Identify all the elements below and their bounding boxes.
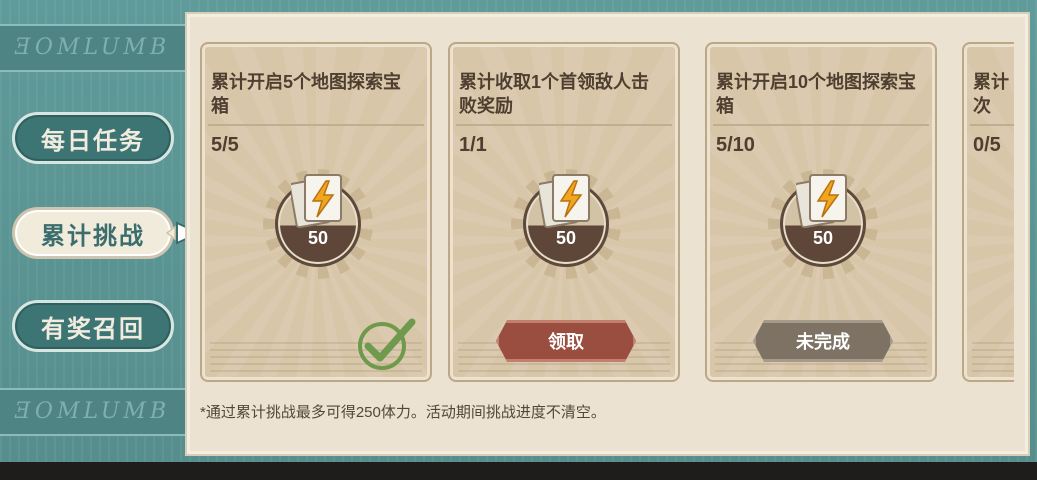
card-title: 累计收取1个首领敌人击败奖励 [459, 72, 650, 116]
card-title: 累计 次 [973, 72, 1009, 116]
completed-check-icon [358, 318, 416, 370]
footnote: *通过累计挑战最多可得250体力。活动期间挑战进度不清空。 [200, 404, 606, 421]
nav-tab-daily-tasks[interactable]: 每日任务 [12, 112, 174, 164]
decorative-banner-top: ƎOMLUMB [0, 24, 185, 72]
reward-count: 50 [555, 228, 577, 248]
incomplete-button: 未完成 [753, 320, 893, 362]
card-title: 累计开启5个地图探索宝箱 [211, 72, 402, 116]
card-progress: 1/1 [459, 134, 487, 156]
challenge-card-list[interactable]: 累计开启5个地图探索宝箱 5/5 50 累计收取1个首领敌人击败奖励 1/1 5… [200, 40, 1014, 386]
reward-count: 50 [812, 228, 834, 248]
energy-ticket-icon [539, 174, 590, 229]
nav-tab-cumulative-challenge[interactable]: 累计挑战 [12, 207, 174, 259]
nav-tab-label: 有奖召回 [41, 315, 145, 343]
card-progress: 5/10 [716, 134, 755, 156]
divider [456, 124, 672, 126]
nav-tab-label: 每日任务 [41, 127, 145, 155]
challenge-card: 累计 次 0/5 [962, 42, 1014, 382]
challenge-card: 累计开启10个地图探索宝箱 5/10 50 未完成 [705, 42, 937, 382]
claim-button[interactable]: 领取 [496, 320, 636, 362]
reward-badge: 50 [511, 169, 621, 279]
card-footer-decoration [972, 342, 1014, 372]
nav-tab-label: 累计挑战 [41, 222, 145, 250]
decorative-banner-bottom: ƎOMLUMB [0, 388, 185, 436]
nav-tab-reward-recall[interactable]: 有奖召回 [12, 300, 174, 352]
challenge-card: 累计收取1个首领敌人击败奖励 1/1 50 领取 [448, 42, 680, 382]
reward-badge: 50 [263, 169, 373, 279]
divider [713, 124, 929, 126]
reward-count: 50 [307, 228, 329, 248]
card-progress: 5/5 [211, 134, 239, 156]
card-title: 累计开启10个地图探索宝箱 [716, 72, 917, 116]
challenge-card: 累计开启5个地图探索宝箱 5/5 50 [200, 42, 432, 382]
divider [208, 124, 424, 126]
energy-ticket-icon [796, 174, 847, 229]
card-progress: 0/5 [973, 134, 1001, 156]
divider [970, 124, 1014, 126]
energy-ticket-icon [291, 174, 342, 229]
reward-badge: 50 [768, 169, 878, 279]
bottom-bar [0, 462, 1037, 480]
